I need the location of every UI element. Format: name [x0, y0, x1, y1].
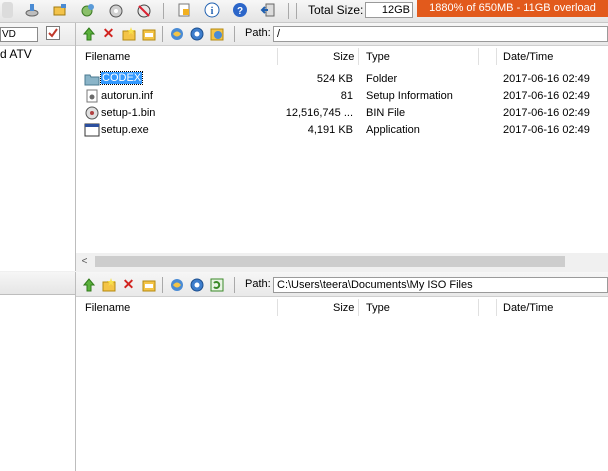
- exit-icon[interactable]: [260, 2, 276, 18]
- help-icon[interactable]: ?: [232, 2, 248, 18]
- disc-tree-panel: VD d ATV: [0, 23, 76, 271]
- local-file-list: Filename Size Type Date/Time: [76, 297, 608, 471]
- col-date[interactable]: Date/Time: [503, 51, 553, 63]
- col-filename[interactable]: Filename: [85, 302, 130, 314]
- file-type: BIN File: [366, 107, 406, 119]
- file-type: Folder: [366, 73, 398, 85]
- file-type: Application: [366, 124, 420, 136]
- settings-icon[interactable]: [188, 276, 205, 293]
- col-type[interactable]: Type: [366, 302, 390, 314]
- image-path-field[interactable]: /: [273, 26, 608, 42]
- convert-icon[interactable]: [108, 2, 124, 18]
- local-tree-header: [0, 272, 75, 295]
- refresh-icon[interactable]: [208, 276, 225, 293]
- disc-checkbox[interactable]: [46, 26, 60, 40]
- properties-icon[interactable]: [176, 2, 192, 18]
- delete-icon[interactable]: ✕: [120, 276, 137, 293]
- image-list-header: Filename Size Type Date/Time: [76, 46, 608, 68]
- application-icon: [84, 123, 100, 137]
- go-up-icon[interactable]: [80, 25, 97, 42]
- toolbar-overflow-icon[interactable]: [2, 2, 13, 18]
- local-pane-toolbar: ✕ Path: C:\Users\teera\Documents\My ISO …: [76, 272, 608, 297]
- local-list-header: Filename Size Type Date/Time: [76, 297, 608, 319]
- file-size: 524 KB: [316, 73, 353, 85]
- view-icon[interactable]: [168, 276, 185, 293]
- total-size-value: 12GB: [365, 2, 413, 18]
- rename-icon[interactable]: [140, 276, 157, 293]
- file-type: Setup Information: [366, 90, 453, 102]
- view-icon[interactable]: [168, 25, 185, 42]
- file-size: 12,516,745 ...: [285, 107, 353, 119]
- burn-disc-icon[interactable]: [24, 2, 40, 18]
- image-path-label: Path:: [245, 27, 271, 39]
- file-size: 4,191 KB: [307, 124, 353, 136]
- delete-icon[interactable]: ✕: [100, 25, 117, 42]
- info-icon[interactable]: i: [204, 2, 220, 18]
- image-file-list: Filename Size Type Date/Time CODEX 524 KB…: [76, 46, 608, 253]
- go-up-icon[interactable]: [80, 276, 97, 293]
- new-folder-icon[interactable]: [120, 25, 137, 42]
- folder-icon: [84, 72, 100, 86]
- image-pane-toolbar: ✕ Path: /: [76, 23, 608, 46]
- setup-info-icon: [84, 89, 100, 103]
- local-tree-panel: [0, 272, 76, 471]
- total-size-label: Total Size:: [308, 3, 364, 17]
- col-type[interactable]: Type: [366, 51, 390, 63]
- file-date: 2017-06-16 02:49: [503, 107, 590, 119]
- file-name: CODEX: [99, 71, 144, 85]
- file-date: 2017-06-16 02:49: [503, 73, 590, 85]
- disc-tree-toolbar: VD: [0, 23, 75, 46]
- compress-icon[interactable]: [80, 2, 96, 18]
- file-name: setup-1.bin: [101, 107, 156, 119]
- settings-icon[interactable]: [188, 25, 205, 42]
- table-row[interactable]: setup.exe 4,191 KB Application 2017-06-16 0…: [76, 122, 608, 139]
- disc-file-icon: [84, 106, 100, 120]
- file-name: autorun.inf: [101, 90, 153, 102]
- local-path-label: Path:: [245, 278, 271, 290]
- svg-text:?: ?: [237, 6, 243, 17]
- file-date: 2017-06-16 02:49: [503, 124, 590, 136]
- table-row[interactable]: CODEX 524 KB Folder 2017-06-16 02:49: [76, 71, 608, 88]
- new-folder-icon[interactable]: [100, 276, 117, 293]
- disc-tree-item[interactable]: d ATV: [0, 47, 32, 61]
- col-size[interactable]: Size: [333, 51, 354, 63]
- file-name: setup.exe: [101, 124, 149, 136]
- local-path-field[interactable]: C:\Users\teera\Documents\My ISO Files: [273, 277, 608, 293]
- scroll-left-icon[interactable]: <: [76, 253, 93, 270]
- col-filename[interactable]: Filename: [85, 51, 130, 63]
- mount-icon[interactable]: [52, 2, 68, 18]
- boot-icon[interactable]: [208, 25, 225, 42]
- file-size: 81: [340, 90, 353, 102]
- table-row[interactable]: autorun.inf 81 Setup Information 2017-06-16…: [76, 88, 608, 105]
- horizontal-scrollbar[interactable]: <: [76, 253, 608, 270]
- col-size[interactable]: Size: [333, 302, 354, 314]
- scroll-thumb[interactable]: [95, 256, 565, 267]
- make-image-icon[interactable]: [136, 2, 152, 18]
- disc-type-field[interactable]: VD: [0, 27, 38, 42]
- file-date: 2017-06-16 02:49: [503, 90, 590, 102]
- col-date[interactable]: Date/Time: [503, 302, 553, 314]
- rename-icon[interactable]: [140, 25, 157, 42]
- table-row[interactable]: setup-1.bin 12,516,745 ... BIN File 2017-06…: [76, 105, 608, 122]
- main-toolbar: i ? Total Size: 12GB 1880% of 650MB - 11…: [0, 0, 608, 23]
- capacity-overload-bar: 1880% of 650MB - 11GB overload: [417, 0, 608, 17]
- svg-text:i: i: [211, 6, 214, 17]
